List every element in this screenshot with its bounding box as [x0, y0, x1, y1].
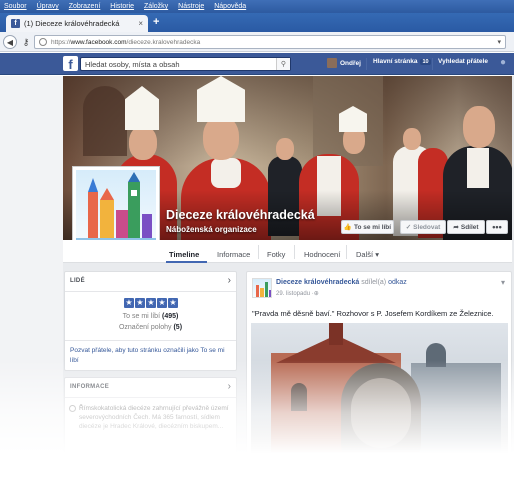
post-header: Dieceze královéhradecká sdílel(a) odkaz [276, 279, 407, 286]
friend-requests-icon[interactable]: ● [500, 57, 510, 69]
browser-tab[interactable]: f (1) Dieceze královéhradecká × [6, 15, 148, 32]
menu-napoveda[interactable]: Nápověda [214, 3, 246, 10]
url-host: www.facebook.com [70, 38, 127, 46]
chevron-down-icon: ▾ [375, 250, 379, 259]
timeline-post: Dieceze královéhradecká sdílel(a) odkaz … [246, 271, 512, 477]
tab-timeline[interactable]: Timeline [169, 250, 199, 259]
info-description: Římskokatolická diecéze zahrnující převá… [79, 405, 229, 430]
star-icon: ★ [124, 298, 134, 308]
url-path: /dieceze.kralovehradecka [126, 38, 201, 46]
invite-friends-link[interactable]: Pozvat přátele, aby tuto stránku označil… [70, 346, 230, 366]
star-icon: ★ [146, 298, 156, 308]
menu-upravy[interactable]: Úpravy [37, 3, 59, 10]
share-button[interactable]: ➦ Sdílet [447, 220, 485, 234]
facebook-favicon-icon: f [11, 19, 20, 28]
star-icon: ★ [168, 298, 178, 308]
chevron-right-icon[interactable]: › [228, 381, 231, 392]
search-placeholder: Hledat osoby, místa a obsah [85, 59, 180, 69]
people-card-heading: LIDÉ [70, 278, 85, 284]
browser-tab-title: (1) Dieceze královéhradecká [24, 19, 120, 28]
page-tabs [63, 240, 512, 263]
info-icon [69, 405, 76, 412]
rating-stars[interactable]: ★ ★ ★ ★ ★ [124, 298, 178, 308]
tab-strip: f (1) Dieceze královéhradecká × + [0, 13, 514, 32]
menu-bar: Soubor Úpravy Zobrazení Historie Záložky… [0, 0, 514, 13]
find-friends-link[interactable]: Vyhledat přátele [438, 58, 488, 65]
active-tab-indicator [166, 261, 207, 263]
star-icon: ★ [135, 298, 145, 308]
people-card: LIDÉ › ★ ★ ★ ★ ★ To se mi líbí (495) Ozn… [64, 271, 237, 371]
new-tab-button[interactable]: + [153, 16, 159, 28]
like-button[interactable]: 👍 To se mi líbí [341, 220, 394, 234]
facebook-search-input[interactable]: Hledat osoby, místa a obsah ⚲ [80, 57, 291, 71]
tab-hodnoceni[interactable]: Hodnocení [304, 250, 340, 259]
close-tab-icon[interactable]: × [138, 19, 143, 28]
chevron-down-icon[interactable]: ▾ [501, 278, 505, 287]
navigation-bar: ◀ ⚷ https://www.facebook.com/dieceze.kra… [0, 32, 514, 52]
find-friends-label: Vyhledat přátele [438, 58, 488, 65]
facebook-logo-icon[interactable]: f [63, 56, 78, 71]
likes-count-line[interactable]: To se mi líbí (495) [65, 313, 236, 320]
follow-button[interactable]: ✓ Sledovat [400, 220, 446, 234]
info-card-heading: INFORMACE [70, 384, 110, 390]
share-arrow-icon: ➦ [453, 224, 459, 231]
post-author-avatar[interactable] [252, 278, 272, 298]
page-title: Dieceze královéhradecká [166, 208, 315, 222]
home-link[interactable]: Hlavní stránka 10 [373, 58, 431, 65]
chevron-right-icon[interactable]: › [228, 275, 231, 286]
page-category: Náboženská organizace [166, 225, 257, 234]
post-image[interactable] [251, 323, 508, 477]
info-card: INFORMACE › Římskokatolická diecéze zahr… [64, 377, 237, 477]
menu-nastroje[interactable]: Nástroje [178, 3, 204, 10]
user-name: Ondřej [340, 59, 361, 67]
check-icon: ✓ [405, 224, 412, 231]
menu-soubor[interactable]: Soubor [4, 3, 27, 10]
address-bar[interactable]: https://www.facebook.com/dieceze.kralove… [34, 35, 506, 49]
profile-link[interactable]: Ondřej [327, 58, 361, 68]
home-label: Hlavní stránka [373, 58, 418, 65]
cathedral-logo-icon [76, 172, 156, 250]
arrow-left-icon: ◀ [6, 37, 14, 47]
tab-informace[interactable]: Informace [217, 250, 250, 259]
back-button[interactable]: ◀ [3, 35, 17, 49]
dropdown-arrow-icon[interactable]: ▾ [497, 38, 505, 46]
facebook-top-bar: f Hledat osoby, místa a obsah ⚲ Ondřej H… [0, 53, 514, 75]
globe-icon [39, 38, 47, 46]
post-text: "Pravda mě děsně baví." Rozhovor s P. Jo… [252, 309, 494, 318]
menu-zalozky[interactable]: Záložky [144, 3, 168, 10]
menu-zobrazeni[interactable]: Zobrazení [69, 3, 101, 10]
star-icon: ★ [157, 298, 167, 308]
user-avatar [327, 58, 337, 68]
post-date[interactable]: 29. listopadu ·⊕ [276, 290, 319, 297]
globe-icon: ·⊕ [311, 291, 319, 297]
post-author-name[interactable]: Dieceze královéhradecká [276, 279, 359, 286]
tab-fotky[interactable]: Fotky [267, 250, 285, 259]
key-icon: ⚷ [22, 36, 30, 47]
url-scheme: https:// [51, 38, 71, 46]
magnifier-icon[interactable]: ⚲ [276, 58, 290, 70]
post-verb: sdílel(a) [361, 279, 387, 286]
thumb-up-icon: 👍 [343, 224, 352, 231]
home-count-badge: 10 [420, 58, 431, 65]
more-button[interactable]: ••• [486, 220, 508, 234]
tab-dalsi[interactable]: Další ▾ [356, 250, 379, 259]
cathedral-logo-icon [256, 282, 271, 297]
post-link-word[interactable]: odkaz [388, 279, 407, 286]
menu-historie[interactable]: Historie [110, 3, 134, 10]
mentions-count-line[interactable]: Označení polohy (5) [65, 324, 236, 331]
identity-button[interactable]: ⚷ [19, 35, 33, 49]
